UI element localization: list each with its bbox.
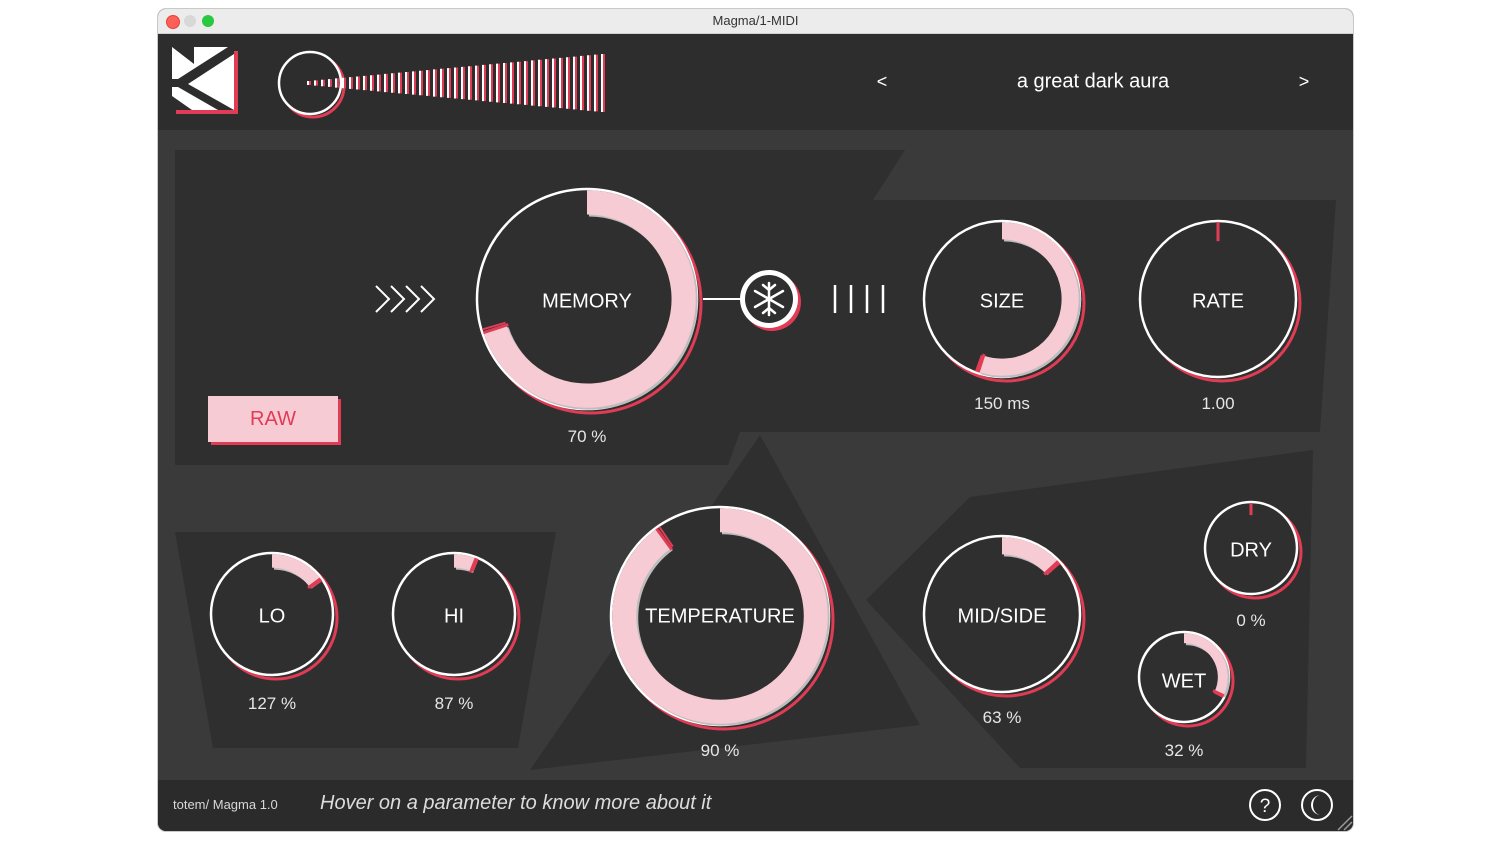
next-preset-button[interactable]: > — [1299, 72, 1310, 93]
previous-preset-button[interactable]: < — [877, 72, 888, 93]
window-title: Magma/1-MIDI — [712, 13, 799, 28]
memory-label: MEMORY — [542, 290, 632, 313]
hi-label: HI — [444, 605, 464, 628]
parameter-hint: Hover on a parameter to know more about … — [320, 792, 712, 814]
raw-button[interactable]: RAW — [208, 396, 338, 442]
totem-logo-icon — [172, 47, 238, 114]
lo-label: LO — [258, 605, 286, 628]
rate-label: RATE — [1192, 290, 1244, 313]
rate-value: 1.00 — [1201, 394, 1235, 413]
header-bar: < a great dark aura > — [158, 34, 1353, 130]
wet-label: WET — [1161, 670, 1207, 693]
memory-value: 70 % — [567, 427, 607, 446]
lo-value: 127 % — [247, 694, 297, 713]
dry-value: 0 % — [1236, 611, 1266, 630]
main-panel: RAW MEMORY 70 % SIZE 150 ms RATE 1.00 LO… — [158, 130, 1353, 780]
hi-value: 87 % — [434, 694, 474, 713]
temperature-label: TEMPERATURE — [645, 605, 795, 628]
header-graphics — [172, 47, 605, 119]
knob-value-arc — [453, 554, 476, 572]
resize-grip-icon[interactable] — [1337, 815, 1353, 831]
midside-label: MID/SIDE — [957, 605, 1047, 628]
preset-name[interactable]: a great dark aura — [1017, 71, 1169, 94]
help-icon[interactable]: ? — [1249, 789, 1281, 821]
footer-bar: totem/ Magma 1.0 Hover on a parameter to… — [158, 780, 1353, 831]
waveform-visualizer[interactable] — [277, 50, 605, 119]
svg-text:?: ? — [1260, 796, 1271, 817]
title-bar: Magma/1-MIDI — [158, 9, 1353, 34]
size-label: SIZE — [979, 290, 1025, 313]
midside-value: 63 % — [982, 708, 1022, 727]
wet-value: 32 % — [1164, 741, 1204, 760]
plugin-window: Magma/1-MIDI < a great dark aura > RAW M… — [158, 9, 1353, 831]
footer-brand: totem/ Magma 1.0 — [173, 797, 278, 812]
temperature-value: 90 % — [700, 741, 740, 760]
dry-label: DRY — [1230, 539, 1272, 562]
moon-icon[interactable] — [1301, 789, 1333, 821]
size-value: 150 ms — [974, 394, 1030, 413]
